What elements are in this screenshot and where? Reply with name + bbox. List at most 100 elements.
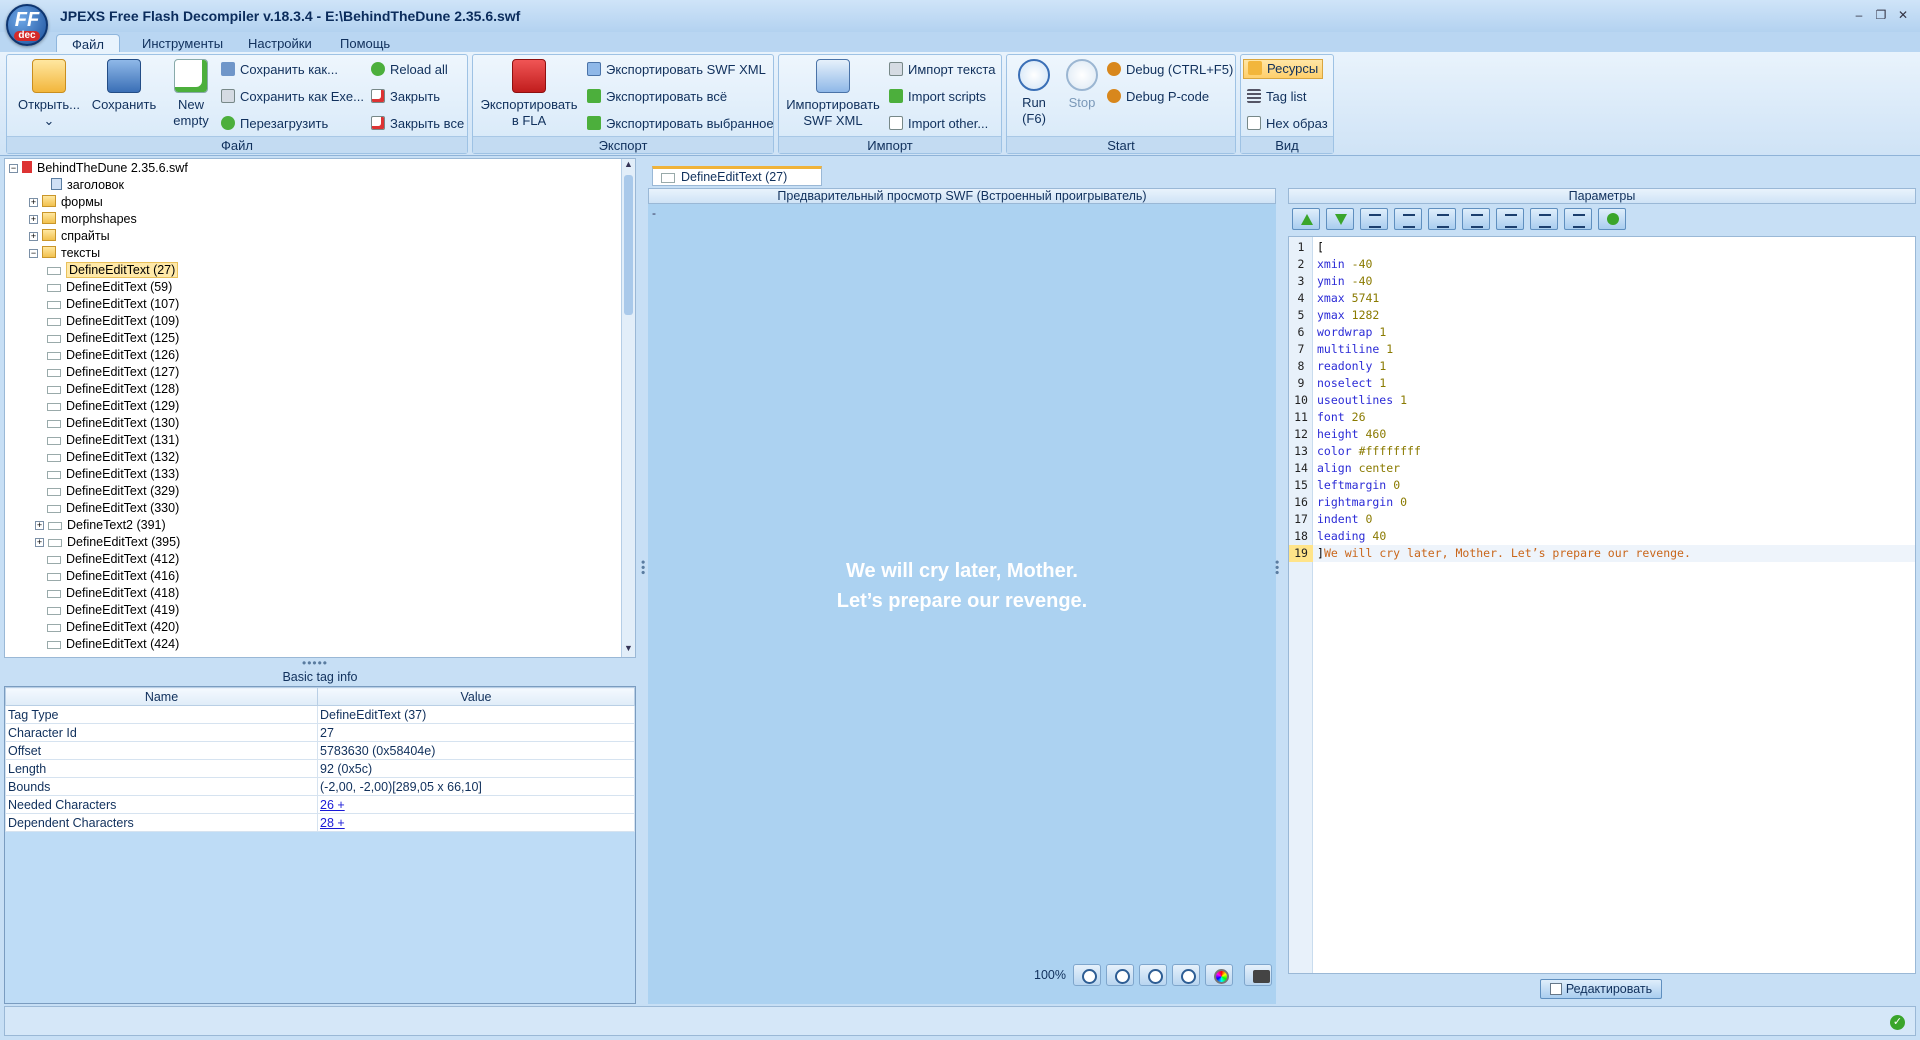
tree-item[interactable]: + спрайты xyxy=(29,228,110,245)
column-header-value[interactable]: Value xyxy=(317,687,635,706)
zoom-in-icon[interactable] xyxy=(1072,964,1101,986)
vertical-splitter-right[interactable]: ••• xyxy=(1270,560,1284,576)
tree-item[interactable]: DefineEditText (131) xyxy=(47,432,179,449)
code-line[interactable]: 2 xmin -40 xyxy=(1289,256,1915,273)
tree-item[interactable]: DefineEditText (416) xyxy=(47,568,179,585)
tree-item[interactable]: + DefineEditText (395) xyxy=(35,534,180,551)
move-up-icon[interactable] xyxy=(1292,208,1320,230)
code-line[interactable]: 17 indent 0 xyxy=(1289,511,1915,528)
export-selected-button[interactable]: Экспортировать выбранное xyxy=(587,115,774,133)
tab-tools[interactable]: Инструменты xyxy=(132,34,233,54)
tree-item[interactable]: DefineEditText (412) xyxy=(47,551,179,568)
import-scripts-button[interactable]: Import scripts xyxy=(889,88,986,106)
tab-file[interactable]: Файл xyxy=(56,34,120,54)
code-line[interactable]: 15 leftmargin 0 xyxy=(1289,477,1915,494)
close-all-button[interactable]: Закрыть все xyxy=(371,115,464,133)
tree-item[interactable]: DefineEditText (330) xyxy=(47,500,179,517)
tree-item[interactable]: DefineEditText (59) xyxy=(47,279,172,296)
code-line[interactable]: 3 ymin -40 xyxy=(1289,273,1915,290)
tree-item[interactable]: DefineEditText (126) xyxy=(47,347,179,364)
character-link[interactable]: 28 + xyxy=(320,816,345,830)
tree-root[interactable]: − BehindTheDune 2.35.6.swf xyxy=(9,160,188,177)
tree-item[interactable]: DefineEditText (128) xyxy=(47,381,179,398)
new-empty-button[interactable]: New empty xyxy=(163,59,219,129)
export-swf-xml-button[interactable]: Экспортировать SWF XML xyxy=(587,61,766,79)
minimize-button[interactable]: – xyxy=(1852,8,1866,22)
code-line[interactable]: 12 height 460 xyxy=(1289,426,1915,443)
expand-toggle[interactable]: + xyxy=(29,232,38,241)
collapse-toggle[interactable]: − xyxy=(29,249,38,258)
stop-button[interactable]: Stop xyxy=(1059,59,1105,111)
swf-preview[interactable]: - We will cry later, Mother. Let’s prepa… xyxy=(648,204,1276,1004)
import-text-button[interactable]: Импорт текста xyxy=(889,61,995,79)
debug-pcode-button[interactable]: Debug P-code xyxy=(1107,88,1209,106)
table-row[interactable]: Offset 5783630 (0x58404e) xyxy=(5,741,635,760)
resource-tree[interactable]: − BehindTheDune 2.35.6.swf заголовок + форм… xyxy=(4,158,636,658)
code-line[interactable]: 5 ymax 1282 xyxy=(1289,307,1915,324)
column-header-name[interactable]: Name xyxy=(5,687,318,706)
tree-item[interactable]: + DefineText2 (391) xyxy=(35,517,166,534)
close-window-button[interactable]: ✕ xyxy=(1896,8,1910,22)
tab-settings[interactable]: Настройки xyxy=(238,34,322,54)
code-line[interactable]: 7 multiline 1 xyxy=(1289,341,1915,358)
zoom-fit-icon[interactable] xyxy=(1171,964,1200,986)
save-as-button[interactable]: Сохранить как... xyxy=(221,61,338,79)
scroll-up-arrow[interactable]: ▲ xyxy=(622,159,635,173)
tree-item[interactable]: DefineEditText (419) xyxy=(47,602,179,619)
tree-item[interactable]: + morphshapes xyxy=(29,211,137,228)
resources-view-button[interactable]: Ресурсы xyxy=(1243,59,1324,79)
bounds-icon[interactable] xyxy=(1496,208,1524,230)
tab-help[interactable]: Помощь xyxy=(330,34,400,54)
tree-item[interactable]: DefineEditText (129) xyxy=(47,398,179,415)
move-down-icon[interactable] xyxy=(1326,208,1354,230)
code-line[interactable]: 19]We will cry later, Mother. Let’s prep… xyxy=(1289,545,1915,562)
close-button[interactable]: Закрыть xyxy=(371,88,440,106)
tag-list-view-button[interactable]: Tag list xyxy=(1247,88,1306,106)
zoom-reset-icon[interactable] xyxy=(1138,964,1167,986)
code-line[interactable]: 18 leading 40 xyxy=(1289,528,1915,545)
align-center-icon[interactable] xyxy=(1394,208,1422,230)
tree-item[interactable]: DefineEditText (418) xyxy=(47,585,179,602)
run-button[interactable]: Run (F6) xyxy=(1011,59,1057,127)
expand-toggle[interactable]: + xyxy=(35,521,44,530)
save-button[interactable]: Сохранить xyxy=(87,59,161,113)
tree-item[interactable]: DefineEditText (27) xyxy=(47,262,179,279)
table-row[interactable]: Tag Type DefineEditText (37) xyxy=(5,705,635,724)
table-row[interactable]: Needed Characters 26 + xyxy=(5,795,635,814)
expand-toggle[interactable]: + xyxy=(29,215,38,224)
debug-button[interactable]: Debug (CTRL+F5) xyxy=(1107,61,1233,79)
open-button[interactable]: Открыть... ⌄ xyxy=(11,59,87,129)
collapse-toggle[interactable]: − xyxy=(9,164,18,173)
tree-item[interactable]: DefineEditText (420) xyxy=(47,619,179,636)
expand-toggle[interactable]: + xyxy=(35,538,44,547)
tree-item[interactable]: DefineEditText (109) xyxy=(47,313,179,330)
code-line[interactable]: 11 font 26 xyxy=(1289,409,1915,426)
tree-item[interactable]: + формы xyxy=(29,194,103,211)
code-line[interactable]: 9 noselect 1 xyxy=(1289,375,1915,392)
undo-icon[interactable] xyxy=(1598,208,1626,230)
tree-item[interactable]: DefineEditText (133) xyxy=(47,466,179,483)
import-other-button[interactable]: Import other... xyxy=(889,115,988,133)
tree-item[interactable]: DefineEditText (424) xyxy=(47,636,179,653)
tree-scrollbar[interactable]: ▲ ▼ xyxy=(621,159,635,657)
align-right-icon[interactable] xyxy=(1428,208,1456,230)
table-row[interactable]: Bounds (-2,00, -2,00)[289,05 x 66,10] xyxy=(5,777,635,796)
scroll-thumb[interactable] xyxy=(624,175,633,315)
background-color-icon[interactable] xyxy=(1204,964,1233,986)
params-code-editor[interactable]: 1[2 xmin -40 3 ymin -40 4 xmax 5741 5 ymax 1282… xyxy=(1288,236,1916,974)
tree-item[interactable]: DefineEditText (127) xyxy=(47,364,179,381)
table-row[interactable]: Dependent Characters 28 + xyxy=(5,813,635,832)
app-logo[interactable]: FF dec xyxy=(6,4,48,46)
tree-item[interactable]: DefineEditText (107) xyxy=(47,296,179,313)
bounds-fit-icon[interactable] xyxy=(1530,208,1558,230)
import-swf-xml-button[interactable]: Импортировать SWF XML xyxy=(783,59,883,129)
code-line[interactable]: 8 readonly 1 xyxy=(1289,358,1915,375)
tree-item[interactable]: заголовок xyxy=(51,177,124,194)
hex-view-button[interactable]: Hex образ xyxy=(1247,115,1328,133)
character-link[interactable]: 26 + xyxy=(320,798,345,812)
zoom-out-icon[interactable] xyxy=(1105,964,1134,986)
save-as-exe-button[interactable]: Сохранить как Exe... xyxy=(221,88,364,106)
tree-item[interactable]: DefineEditText (329) xyxy=(47,483,179,500)
code-line[interactable]: 10 useoutlines 1 xyxy=(1289,392,1915,409)
code-line[interactable]: 16 rightmargin 0 xyxy=(1289,494,1915,511)
